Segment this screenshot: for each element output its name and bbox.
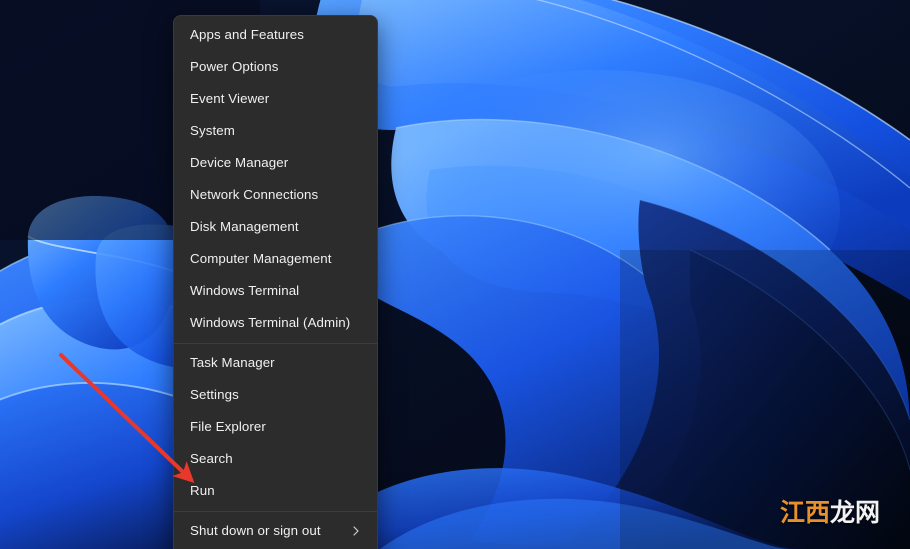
desktop-wallpaper	[0, 0, 910, 549]
menu-item-system[interactable]: System	[174, 115, 377, 147]
menu-item-windows-terminal-admin[interactable]: Windows Terminal (Admin)	[174, 307, 377, 339]
menu-item-label: Windows Terminal (Admin)	[190, 315, 351, 330]
menu-separator	[174, 511, 377, 512]
watermark-text-orange: 江西	[780, 498, 831, 527]
menu-item-task-manager[interactable]: Task Manager	[174, 347, 377, 379]
menu-item-label: Run	[190, 483, 215, 498]
menu-item-label: Network Connections	[190, 187, 319, 202]
menu-item-label: System	[190, 123, 235, 138]
menu-item-computer-management[interactable]: Computer Management	[174, 243, 377, 275]
menu-item-label: File Explorer	[190, 419, 266, 434]
menu-item-shut-down-or-sign-out[interactable]: Shut down or sign out	[174, 515, 377, 547]
menu-item-label: Task Manager	[190, 355, 275, 370]
menu-item-label: Power Options	[190, 59, 279, 74]
watermark-text-white: 龙网	[830, 498, 881, 527]
menu-item-network-connections[interactable]: Network Connections	[174, 179, 377, 211]
menu-item-event-viewer[interactable]: Event Viewer	[174, 83, 377, 115]
wallpaper-bloom-artwork	[0, 0, 910, 549]
menu-item-label: Settings	[190, 387, 239, 402]
menu-item-label: Disk Management	[190, 219, 299, 234]
menu-group-session: Shut down or sign out Desktop	[174, 515, 377, 549]
menu-item-label: Device Manager	[190, 155, 289, 170]
menu-item-file-explorer[interactable]: File Explorer	[174, 411, 377, 443]
menu-item-run[interactable]: Run	[174, 475, 377, 507]
site-watermark: 江西龙网	[780, 500, 880, 525]
menu-item-search[interactable]: Search	[174, 443, 377, 475]
menu-item-power-options[interactable]: Power Options	[174, 51, 377, 83]
menu-item-settings[interactable]: Settings	[174, 379, 377, 411]
menu-item-label: Event Viewer	[190, 91, 270, 106]
chevron-right-icon	[350, 525, 362, 537]
menu-item-windows-terminal[interactable]: Windows Terminal	[174, 275, 377, 307]
desktop-screen: Apps and Features Power Options Event Vi…	[0, 0, 910, 549]
menu-item-apps-and-features[interactable]: Apps and Features	[174, 19, 377, 51]
menu-item-label: Search	[190, 451, 233, 466]
menu-group-tools: Apps and Features Power Options Event Vi…	[174, 19, 377, 339]
menu-item-label: Windows Terminal	[190, 283, 300, 298]
win-x-context-menu[interactable]: Apps and Features Power Options Event Vi…	[173, 15, 378, 549]
menu-item-disk-management[interactable]: Disk Management	[174, 211, 377, 243]
menu-item-label: Shut down or sign out	[190, 523, 321, 538]
menu-item-label: Computer Management	[190, 251, 332, 266]
menu-item-label: Apps and Features	[190, 27, 305, 42]
menu-item-device-manager[interactable]: Device Manager	[174, 147, 377, 179]
menu-group-shell: Task Manager Settings File Explorer Sear…	[174, 347, 377, 507]
menu-separator	[174, 343, 377, 344]
